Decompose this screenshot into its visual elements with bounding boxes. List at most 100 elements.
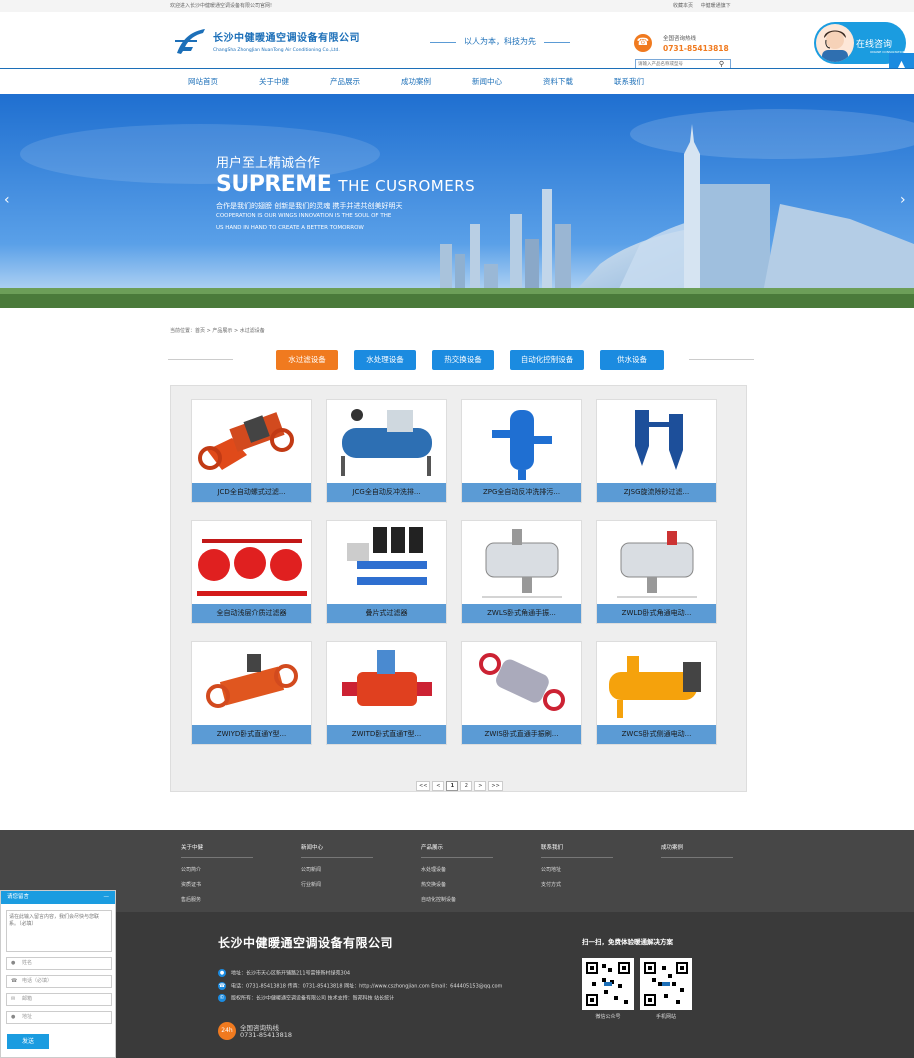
name-field[interactable]: ● 姓名 (6, 957, 112, 970)
product-card[interactable]: ZJSG旋流除砂过滤... (596, 399, 717, 503)
site-header: 长沙中健暖通空调设备有限公司 ChangSha ZhongJian NuanTo… (0, 12, 914, 70)
hero-banner: 用户至上精诚合作 SUPREME THE CUSROMERS 合作是我们的翅膀 … (0, 94, 914, 308)
product-image (192, 642, 311, 726)
product-image (192, 400, 311, 484)
hotline-24h-icon: 24h (218, 1022, 236, 1040)
divider (168, 359, 233, 360)
group-link[interactable]: 中健暖通旗下 (701, 3, 731, 9)
email-field[interactable]: ✉ 邮箱 (6, 993, 112, 1006)
tab-automation[interactable]: 自动化控制设备 (510, 350, 584, 370)
banner-headline: 用户至上精诚合作 (216, 156, 321, 171)
product-name: 全自动浅层介质过滤器 (192, 604, 311, 623)
product-card[interactable]: ZWLD卧式角通电动... (596, 520, 717, 624)
product-card[interactable]: ZWCS卧式侧通电动... (596, 641, 717, 745)
tab-heat-exchange[interactable]: 热交换设备 (432, 350, 494, 370)
nav-news[interactable]: 新闻中心 (472, 76, 502, 87)
product-name: ZWITD卧式直通T型... (327, 725, 446, 744)
product-name: ZWCS卧式侧通电动... (597, 725, 716, 744)
footer-company-name: 长沙中健暖通空调设备有限公司 (218, 936, 394, 950)
mobile-qr-label: 手机网站 (655, 1014, 676, 1020)
product-card[interactable]: ZWIYD卧式直通Y型... (191, 641, 312, 745)
wechat-qr-label: 微信公众号 (595, 1014, 621, 1020)
next-page-button[interactable]: > (474, 781, 487, 791)
qr-title: 扫一扫，免费体验暖通解决方案 (582, 938, 673, 946)
product-image (597, 521, 716, 605)
mail-icon: ✉ (11, 996, 16, 1002)
phone-icon: ☎ (11, 978, 18, 984)
product-card[interactable]: 全自动浅层介质过滤器 (191, 520, 312, 624)
product-card[interactable]: ZWLS卧式角通手振... (461, 520, 582, 624)
product-image (597, 400, 716, 484)
footer-col-products: 产品展示 水处理设备 热交换设备 自动化控制设备 (421, 843, 493, 903)
first-page-button[interactable]: << (416, 781, 431, 791)
page-2-button[interactable]: 2 (460, 781, 473, 791)
product-image (327, 400, 446, 484)
tab-water-filter[interactable]: 水过滤设备 (276, 350, 338, 370)
product-image (462, 642, 581, 726)
category-tabs: 水过滤设备 水处理设备 热交换设备 自动化控制设备 供水设备 (168, 350, 754, 370)
product-image (327, 521, 446, 605)
location-icon: ● (218, 969, 226, 977)
agent-avatar (816, 24, 854, 62)
nav-downloads[interactable]: 资料下载 (543, 76, 573, 87)
tab-water-supply[interactable]: 供水设备 (600, 350, 664, 370)
consult-label: 在线咨询 (856, 40, 893, 50)
product-name: ZJSG旋流除砂过滤... (597, 483, 716, 502)
product-image (192, 521, 311, 605)
prev-page-button[interactable]: < (432, 781, 445, 791)
message-widget: 请您留言— ●姓名 ☎电话（必填） ✉邮箱 ●地址 发送 (0, 890, 116, 1058)
logo-icon[interactable] (173, 27, 207, 55)
product-card[interactable]: JCG全自动反冲洗排... (326, 399, 447, 503)
company-name: 长沙中健暖通空调设备有限公司 (213, 33, 360, 44)
product-card[interactable]: ZPG全自动反冲洗排污... (461, 399, 582, 503)
nav-products[interactable]: 产品展示 (330, 76, 360, 87)
footer-col-news: 新闻中心 公司新闻 行业新闻 (301, 843, 373, 888)
last-page-button[interactable]: >> (488, 781, 503, 791)
divider (689, 359, 754, 360)
prev-slide-icon[interactable]: ‹ (4, 192, 10, 208)
message-header[interactable]: 请您留言 — (1, 891, 115, 904)
address-field[interactable]: ● 地址 (6, 1011, 112, 1024)
main-nav: 网站首页 关于中健 产品展示 成功案例 新闻中心 资料下载 联系我们 (0, 68, 914, 94)
footer-copyright: © 版权所有：长沙中健暖通空调设备有限公司 技术支持：智邦科技 站长统计 (218, 994, 395, 1002)
product-image (462, 521, 581, 605)
banner-title: SUPREME THE CUSROMERS (216, 172, 476, 197)
product-image (327, 642, 446, 726)
product-card[interactable]: 叠片式过滤器 (326, 520, 447, 624)
product-name: ZWLS卧式角通手振... (462, 604, 581, 623)
bookmark-link[interactable]: 收藏本页 (673, 3, 693, 9)
footer-col-cases: 成功案例 (661, 843, 733, 858)
minimize-icon[interactable]: — (104, 891, 110, 904)
product-name: JCG全自动反冲洗排... (327, 483, 446, 502)
breadcrumb: 当前位置：首页 > 产品展示 > 水过滤设备 (170, 328, 265, 334)
tab-water-treatment[interactable]: 水处理设备 (354, 350, 416, 370)
nav-about[interactable]: 关于中健 (259, 76, 289, 87)
slogan: 以人为本，科技为先 (430, 36, 570, 48)
product-name: ZPG全自动反冲洗排污... (462, 483, 581, 502)
footer-address: ● 地址：长沙市天心区新开铺路211号雷锋新村绿苑304 (218, 969, 351, 977)
product-grid: JCD全自动螺式过滤... JCG全自动反冲洗排... ZPG全自动反冲洗排污.… (170, 385, 747, 792)
product-card[interactable]: ZWIS卧式直通手振刷... (461, 641, 582, 745)
nav-contact[interactable]: 联系我们 (614, 76, 644, 87)
phone-icon: ☎ (218, 982, 226, 990)
send-button[interactable]: 发送 (7, 1034, 49, 1049)
nav-cases[interactable]: 成功案例 (401, 76, 431, 87)
nav-home[interactable]: 网站首页 (188, 76, 218, 87)
product-name: JCD全自动螺式过滤... (192, 483, 311, 502)
message-textarea[interactable] (6, 910, 112, 952)
product-card[interactable]: JCD全自动螺式过滤... (191, 399, 312, 503)
site-footer: 长沙中健暖通空调设备有限公司 ● 地址：长沙市天心区新开铺路211号雷锋新村绿苑3… (0, 912, 914, 1058)
next-slide-icon[interactable]: › (900, 192, 906, 208)
footer-hotline: 0731-85413818 (240, 1031, 292, 1039)
hotline-number: 0731-85413818 (663, 44, 729, 53)
wechat-qrcode-icon (582, 958, 634, 1010)
phone-field[interactable]: ☎ 电话（必填） (6, 975, 112, 988)
product-name: ZWIS卧式直通手振刷... (462, 725, 581, 744)
product-image (462, 400, 581, 484)
product-image (597, 642, 716, 726)
welcome-text: 欢迎进入长沙中健暖通空调设备有限公司官网! (170, 3, 273, 9)
banner-text-cn: 合作是我们的翅膀 创新是我们的灵魂 携手并进共创美好明天 (216, 202, 403, 210)
page-1-button[interactable]: 1 (446, 781, 459, 791)
banner-text-en-1: COOPERATION IS OUR WINGS INNOVATION IS T… (216, 213, 392, 219)
product-card[interactable]: ZWITD卧式直通T型... (326, 641, 447, 745)
